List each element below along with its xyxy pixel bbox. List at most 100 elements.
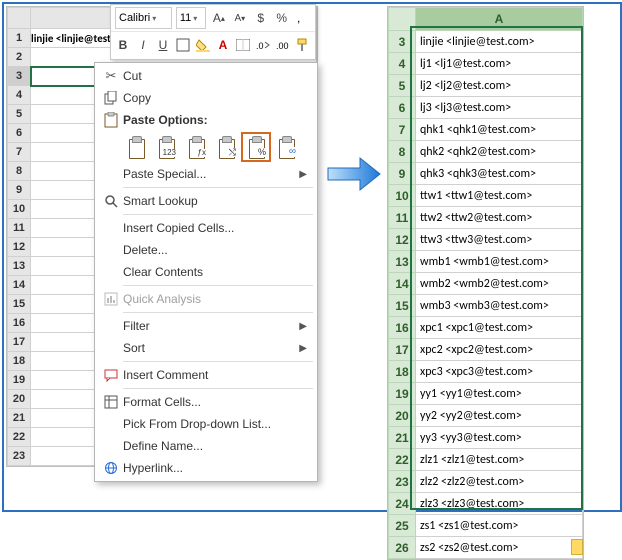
menu-define-name[interactable]: Define Name... xyxy=(95,435,317,457)
shrink-font-button[interactable]: A▾ xyxy=(231,9,248,27)
cell-a19[interactable]: yy1 <yy1@test.com> xyxy=(416,383,583,405)
font-color-button[interactable]: A xyxy=(215,36,231,54)
row-header-14[interactable]: 14 xyxy=(8,276,31,295)
cell-a13[interactable]: wmb1 <wmb1@test.com> xyxy=(416,251,583,273)
row-header-7[interactable]: 7 xyxy=(389,119,416,141)
row-header-8[interactable]: 8 xyxy=(8,162,31,181)
cell-a23[interactable]: zlz2 <zlz2@test.com> xyxy=(416,471,583,493)
row-header-21[interactable]: 21 xyxy=(8,409,31,428)
row-header-9[interactable]: 9 xyxy=(389,163,416,185)
row-header-18[interactable]: 18 xyxy=(8,352,31,371)
row-header-16[interactable]: 16 xyxy=(8,314,31,333)
menu-insert-copied-cells[interactable]: Insert Copied Cells... xyxy=(95,217,317,239)
menu-delete[interactable]: Delete... xyxy=(95,239,317,261)
row-header-3[interactable]: 3 xyxy=(8,67,31,86)
cell-a16[interactable]: xpc1 <xpc1@test.com> xyxy=(416,317,583,339)
cell-a12[interactable]: ttw3 <ttw3@test.com> xyxy=(416,229,583,251)
cell-a17[interactable]: xpc2 <xpc2@test.com> xyxy=(416,339,583,361)
cell-a24[interactable]: zlz3 <zlz3@test.com> xyxy=(416,493,583,515)
currency-button[interactable]: $ xyxy=(252,9,269,27)
cell-a26[interactable]: zs2 <zs2@test.com> xyxy=(416,537,583,559)
row-header-19[interactable]: 19 xyxy=(389,383,416,405)
paste-option-all[interactable] xyxy=(123,134,149,160)
menu-smart-lookup[interactable]: Smart Lookup xyxy=(95,190,317,212)
select-all-right[interactable] xyxy=(389,8,416,31)
row-header-20[interactable]: 20 xyxy=(389,405,416,427)
comma-style-button[interactable]: , xyxy=(294,9,311,27)
row-header-4[interactable]: 4 xyxy=(389,53,416,75)
border-button[interactable] xyxy=(175,36,191,54)
row-header-6[interactable]: 6 xyxy=(8,124,31,143)
menu-cut[interactable]: ✂ Cut xyxy=(95,65,317,87)
row-header-13[interactable]: 13 xyxy=(8,257,31,276)
smart-tag-icon[interactable] xyxy=(571,539,583,555)
row-header-23[interactable]: 23 xyxy=(8,447,31,466)
row-header-11[interactable]: 11 xyxy=(389,207,416,229)
cell-a5[interactable]: lj2 <lj2@test.com> xyxy=(416,75,583,97)
paste-option-formulas[interactable]: ƒx xyxy=(183,134,209,160)
row-header-11[interactable]: 11 xyxy=(8,219,31,238)
row-header-17[interactable]: 17 xyxy=(389,339,416,361)
percent-button[interactable]: % xyxy=(273,9,290,27)
cell-a10[interactable]: ttw1 <ttw1@test.com> xyxy=(416,185,583,207)
row-header-17[interactable]: 17 xyxy=(8,333,31,352)
cell-a14[interactable]: wmb2 <wmb2@test.com> xyxy=(416,273,583,295)
row-header-4[interactable]: 4 xyxy=(8,86,31,105)
cell-a6[interactable]: lj3 <lj3@test.com> xyxy=(416,97,583,119)
cell-a8[interactable]: qhk2 <qhk2@test.com> xyxy=(416,141,583,163)
fill-color-button[interactable] xyxy=(195,36,211,54)
grow-font-button[interactable]: A▴ xyxy=(210,9,227,27)
row-header-9[interactable]: 9 xyxy=(8,181,31,200)
menu-sort[interactable]: Sort ▶ xyxy=(95,337,317,359)
cell-a22[interactable]: zlz1 <zlz1@test.com> xyxy=(416,449,583,471)
menu-copy[interactable]: Copy xyxy=(95,87,317,109)
cell-a4[interactable]: lj1 <lj1@test.com> xyxy=(416,53,583,75)
bold-button[interactable]: B xyxy=(115,36,131,54)
merge-center-button[interactable] xyxy=(235,36,251,54)
row-header-1[interactable]: 1 xyxy=(8,29,31,48)
row-header-8[interactable]: 8 xyxy=(389,141,416,163)
menu-hyperlink[interactable]: Hyperlink... xyxy=(95,457,317,479)
cell-a25[interactable]: zs1 <zs1@test.com> xyxy=(416,515,583,537)
cell-a9[interactable]: qhk3 <qhk3@test.com> xyxy=(416,163,583,185)
cell-a15[interactable]: wmb3 <wmb3@test.com> xyxy=(416,295,583,317)
row-header-6[interactable]: 6 xyxy=(389,97,416,119)
menu-pick-from-list[interactable]: Pick From Drop-down List... xyxy=(95,413,317,435)
row-header-20[interactable]: 20 xyxy=(8,390,31,409)
row-header-22[interactable]: 22 xyxy=(8,428,31,447)
cell-a20[interactable]: yy2 <yy2@test.com> xyxy=(416,405,583,427)
menu-clear-contents[interactable]: Clear Contents xyxy=(95,261,317,283)
menu-filter[interactable]: Filter ▶ xyxy=(95,315,317,337)
row-header-12[interactable]: 12 xyxy=(389,229,416,251)
row-header-26[interactable]: 26 xyxy=(389,537,416,559)
cell-a3[interactable]: linjie <linjie@test.com> xyxy=(416,31,583,53)
italic-button[interactable]: I xyxy=(135,36,151,54)
paste-option-link[interactable]: ∞ xyxy=(273,134,299,160)
menu-insert-comment[interactable]: Insert Comment xyxy=(95,364,317,386)
paste-option-formatting[interactable]: % xyxy=(243,134,269,160)
row-header-14[interactable]: 14 xyxy=(389,273,416,295)
row-header-23[interactable]: 23 xyxy=(389,471,416,493)
cell-a18[interactable]: xpc3 <xpc3@test.com> xyxy=(416,361,583,383)
cell-a7[interactable]: qhk1 <qhk1@test.com> xyxy=(416,119,583,141)
row-header-5[interactable]: 5 xyxy=(389,75,416,97)
paste-option-values[interactable]: 123 xyxy=(153,134,179,160)
paste-option-transpose[interactable]: ⤭ xyxy=(213,134,239,160)
col-header-a-right[interactable]: A xyxy=(416,8,583,31)
row-header-13[interactable]: 13 xyxy=(389,251,416,273)
row-header-2[interactable]: 2 xyxy=(8,48,31,67)
row-header-7[interactable]: 7 xyxy=(8,143,31,162)
select-all-left[interactable] xyxy=(8,8,31,29)
increase-decimal-button[interactable]: .00 xyxy=(275,36,291,54)
underline-button[interactable]: U xyxy=(155,36,171,54)
row-header-5[interactable]: 5 xyxy=(8,105,31,124)
row-header-25[interactable]: 25 xyxy=(389,515,416,537)
row-header-15[interactable]: 15 xyxy=(389,295,416,317)
cell-a11[interactable]: ttw2 <ttw2@test.com> xyxy=(416,207,583,229)
row-header-10[interactable]: 10 xyxy=(389,185,416,207)
row-header-12[interactable]: 12 xyxy=(8,238,31,257)
row-header-18[interactable]: 18 xyxy=(389,361,416,383)
row-header-3[interactable]: 3 xyxy=(389,31,416,53)
font-size-dropdown[interactable]: 11 ▾ xyxy=(176,7,207,29)
row-header-24[interactable]: 24 xyxy=(389,493,416,515)
